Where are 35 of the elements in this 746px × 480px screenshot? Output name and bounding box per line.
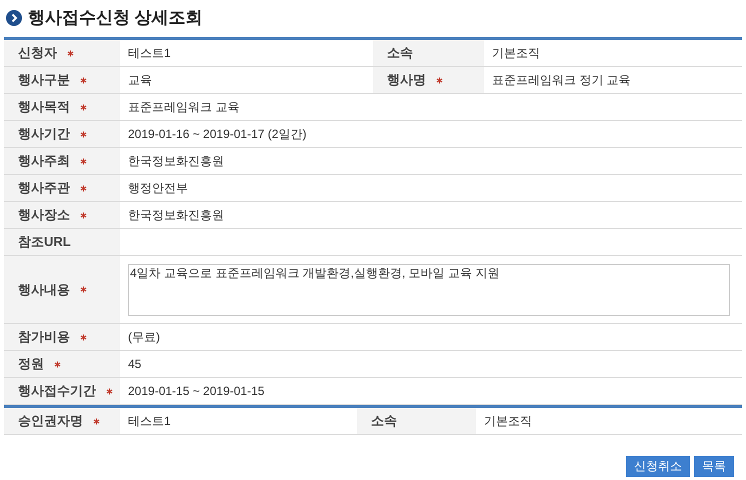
field-label: 참가비용	[18, 328, 70, 346]
field-value: 테스트1	[128, 413, 171, 430]
content-textarea[interactable]: 4일차 교육으로 표준프레임워크 개발환경,실행환경, 모바일 교육 지원	[128, 264, 730, 316]
field-label: 참조URL	[18, 233, 71, 252]
field-label: 소속	[371, 412, 397, 430]
field-label: 행사주관	[18, 179, 70, 198]
field-value: (무료)	[128, 329, 160, 346]
field-value: 2019-01-15 ~ 2019-01-15	[128, 383, 264, 400]
field-label: 행사내용	[18, 280, 70, 299]
chevron-circle-icon	[6, 10, 22, 26]
field-label: 승인권자명	[18, 412, 83, 430]
field-value: 45	[128, 356, 142, 373]
page-title: 행사접수신청 상세조회	[28, 7, 203, 30]
field-label: 정원	[18, 355, 44, 374]
field-value: 한국정보화진흥원	[128, 207, 224, 224]
field-value: 행정안전부	[128, 180, 188, 197]
action-button[interactable]: 목록	[694, 456, 734, 477]
field-value: 교육	[128, 72, 152, 89]
field-value: 기본조직	[484, 413, 532, 430]
field-label: 행사목적	[18, 98, 70, 116]
field-label: 행사명	[387, 71, 426, 90]
field-value: 표준프레임워크 정기 교육	[492, 72, 631, 89]
field-label: 행사구분	[18, 71, 70, 90]
field-value: 기본조직	[492, 45, 540, 62]
field-label: 소속	[387, 44, 413, 62]
field-label: 행사장소	[18, 206, 70, 224]
action-button[interactable]: 신청취소	[626, 456, 690, 477]
field-label: 행사기간	[18, 125, 70, 144]
field-label: 행사주최	[18, 152, 70, 170]
field-value: 표준프레임워크 교육	[128, 99, 240, 116]
field-value: 한국정보화진흥원	[128, 153, 224, 170]
field-value: 테스트1	[128, 45, 171, 62]
field-label: 행사접수기간	[18, 382, 96, 400]
field-value: 2019-01-16 ~ 2019-01-17 (2일간)	[128, 126, 306, 143]
field-label: 신청자	[18, 44, 57, 62]
